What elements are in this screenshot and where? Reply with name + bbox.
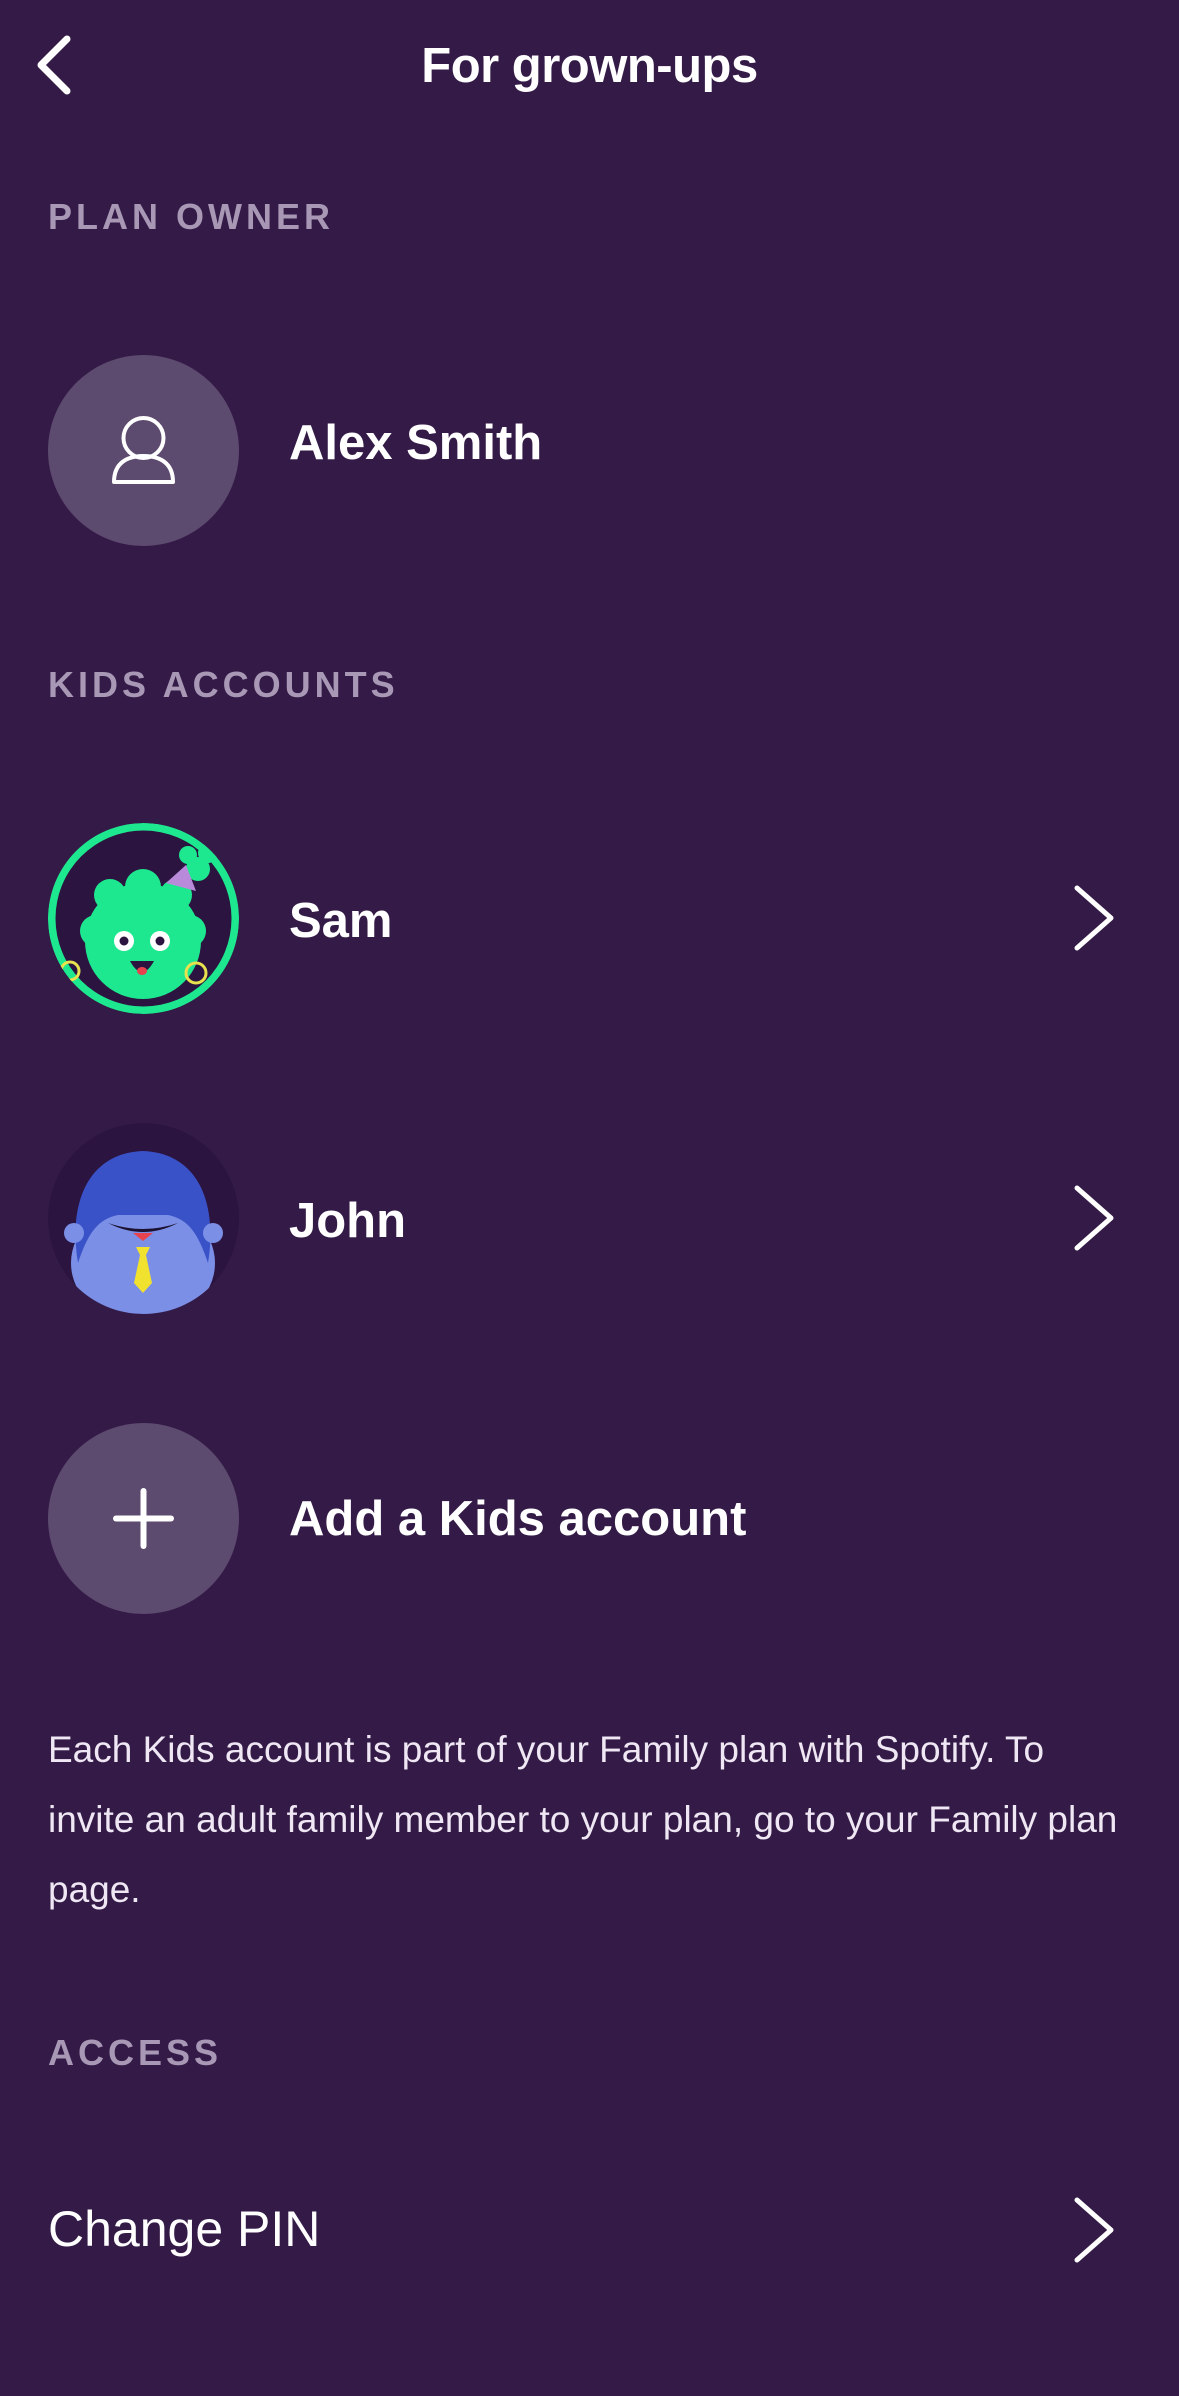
plan-owner-row: Alex Smith	[0, 355, 1179, 555]
change-pin-label: Change PIN	[48, 2201, 321, 2257]
person-icon	[112, 416, 175, 484]
owner-name: Alex Smith	[289, 416, 543, 470]
chevron-right-icon[interactable]	[1067, 1178, 1123, 1258]
family-plan-description: Each Kids account is part of your Family…	[48, 1729, 1118, 1910]
add-kids-account-label: Add a Kids account	[289, 1492, 747, 1546]
chevron-right-icon[interactable]	[1067, 878, 1123, 958]
section-label-access: ACCESS	[48, 2032, 223, 2073]
green-monster-avatar	[48, 823, 239, 1014]
add-avatar	[48, 1423, 239, 1614]
kid-name-john: John	[289, 1194, 407, 1248]
header: For grown-ups	[0, 0, 1179, 136]
section-label-kids-accounts: KIDS ACCOUNTS	[48, 664, 399, 705]
kid-row-john[interactable]: John	[0, 1123, 1179, 1323]
section-label-plan-owner: PLAN OWNER	[48, 196, 334, 237]
owner-avatar	[48, 355, 239, 546]
add-kids-account-button[interactable]: Add a Kids account	[0, 1423, 1179, 1623]
plus-icon	[113, 1488, 174, 1549]
kid-name-sam: Sam	[289, 894, 393, 948]
blue-monster-avatar	[48, 1123, 239, 1314]
page-title: For grown-ups	[421, 39, 758, 93]
kid-row-sam[interactable]: Sam	[0, 823, 1179, 1023]
chevron-right-icon[interactable]	[1067, 2190, 1123, 2270]
change-pin-row[interactable]: Change PIN	[0, 2150, 1179, 2310]
